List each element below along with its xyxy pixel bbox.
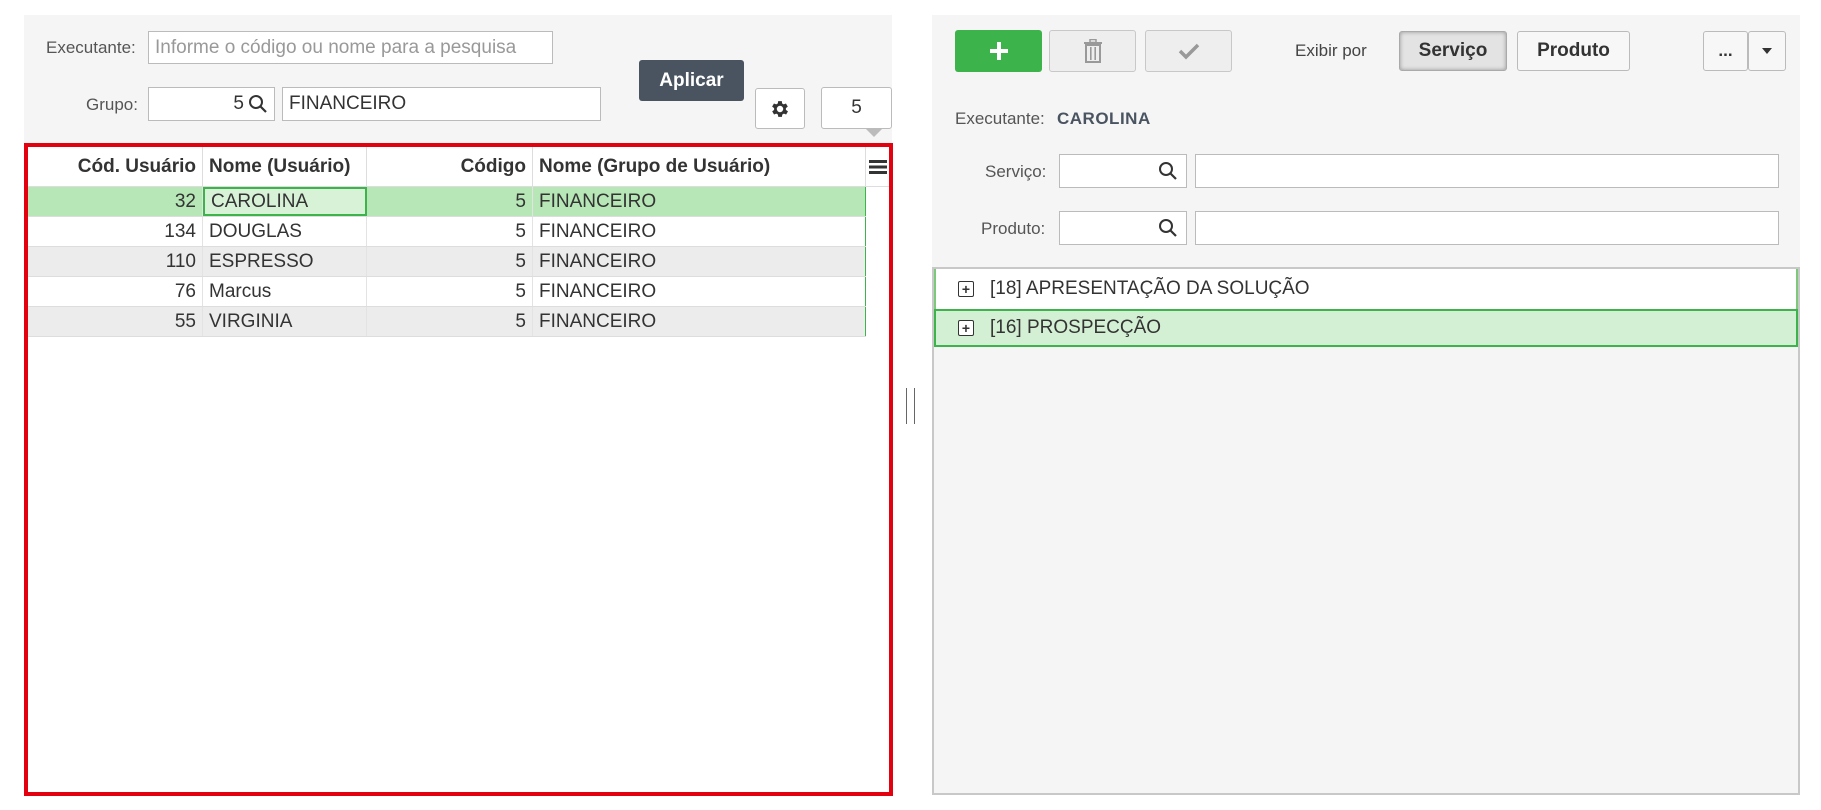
cell-cod-usuario: 110 bbox=[28, 247, 203, 276]
column-header-nome-usuario[interactable]: Nome (Usuário) bbox=[203, 147, 367, 187]
search-icon[interactable] bbox=[248, 94, 268, 114]
cell-nome-usuario: Marcus bbox=[203, 277, 367, 306]
service-tree: + [18] APRESENTAÇÃO DA SOLUÇÃO + [16] PR… bbox=[932, 267, 1800, 795]
produto-label: Produto: bbox=[981, 219, 1046, 238]
right-executante-label: Executante: bbox=[955, 109, 1045, 128]
table-row[interactable]: 76 Marcus 5 FINANCEIRO bbox=[28, 277, 866, 307]
grupo-code-input[interactable]: 5 bbox=[148, 87, 275, 121]
search-icon[interactable] bbox=[1158, 161, 1178, 181]
cell-codigo: 5 bbox=[367, 247, 533, 276]
cell-codigo: 5 bbox=[367, 217, 533, 246]
grupo-name-value: FINANCEIRO bbox=[289, 93, 407, 114]
record-count-value: 5 bbox=[851, 97, 862, 118]
more-options-button[interactable]: ... bbox=[1703, 31, 1748, 71]
executante-value: CAROLINA bbox=[1057, 109, 1151, 128]
table-row[interactable]: 55 VIRGINIA 5 FINANCEIRO bbox=[28, 307, 866, 337]
cell-nome-usuario: VIRGINIA bbox=[203, 307, 367, 336]
table-row[interactable]: 110 ESPRESSO 5 FINANCEIRO bbox=[28, 247, 866, 277]
cell-codigo: 5 bbox=[367, 277, 533, 306]
toggle-servico[interactable]: Serviço bbox=[1399, 31, 1507, 71]
table-row[interactable]: 32 CAROLINA 5 FINANCEIRO bbox=[28, 187, 866, 217]
tree-item[interactable]: + [16] PROSPECÇÃO bbox=[934, 309, 1798, 347]
cell-nome-grupo: FINANCEIRO bbox=[533, 307, 866, 336]
servico-name-input[interactable] bbox=[1195, 154, 1779, 188]
add-button[interactable] bbox=[955, 30, 1042, 72]
servico-code-input[interactable] bbox=[1059, 154, 1187, 188]
check-icon bbox=[1178, 43, 1199, 60]
cell-codigo: 5 bbox=[367, 307, 533, 336]
cell-codigo: 5 bbox=[367, 187, 533, 216]
confirm-button[interactable] bbox=[1145, 30, 1232, 72]
exibir-por-label: Exibir por bbox=[1295, 41, 1367, 60]
settings-button[interactable] bbox=[755, 88, 805, 129]
cell-cod-usuario: 32 bbox=[28, 187, 203, 216]
executante-label: Executante: bbox=[46, 38, 136, 57]
executante-placeholder: Informe o código ou nome para a pesquisa bbox=[155, 36, 517, 58]
grupo-label: Grupo: bbox=[86, 95, 138, 114]
more-dropdown-button[interactable] bbox=[1748, 31, 1786, 71]
menu-icon bbox=[868, 159, 887, 174]
apply-button[interactable]: Aplicar bbox=[639, 60, 744, 101]
grupo-code-value: 5 bbox=[233, 93, 244, 114]
tree-item[interactable]: + [18] APRESENTAÇÃO DA SOLUÇÃO bbox=[934, 269, 1798, 309]
grupo-name-input[interactable]: FINANCEIRO bbox=[282, 87, 601, 121]
column-header-codigo[interactable]: Código bbox=[367, 147, 533, 187]
column-menu-button[interactable] bbox=[866, 147, 889, 187]
cell-nome-usuario[interactable]: CAROLINA bbox=[203, 187, 367, 216]
cell-cod-usuario: 76 bbox=[28, 277, 203, 306]
toggle-produto[interactable]: Produto bbox=[1517, 31, 1630, 71]
trash-icon bbox=[1083, 39, 1102, 63]
expand-icon[interactable]: + bbox=[958, 281, 974, 297]
cell-nome-grupo: FINANCEIRO bbox=[533, 277, 866, 306]
delete-button[interactable] bbox=[1049, 30, 1136, 72]
tree-item-label: [18] APRESENTAÇÃO DA SOLUÇÃO bbox=[990, 278, 1310, 299]
count-badge-pointer bbox=[866, 129, 882, 137]
produto-code-input[interactable] bbox=[1059, 211, 1187, 245]
expand-icon[interactable]: + bbox=[958, 320, 974, 336]
record-count-badge: 5 bbox=[821, 87, 892, 129]
tree-item-label: [16] PROSPECÇÃO bbox=[990, 317, 1162, 338]
gear-icon bbox=[772, 100, 788, 117]
panel-splitter-handle[interactable] bbox=[901, 388, 921, 424]
cell-nome-usuario: DOUGLAS bbox=[203, 217, 367, 246]
cell-cod-usuario: 55 bbox=[28, 307, 203, 336]
column-header-cod-usuario[interactable]: Cód. Usuário bbox=[28, 147, 203, 187]
users-grid: Cód. Usuário Nome (Usuário) Código Nome … bbox=[24, 143, 893, 796]
servico-label: Serviço: bbox=[985, 162, 1047, 181]
cell-nome-grupo: FINANCEIRO bbox=[533, 247, 866, 276]
plus-icon bbox=[989, 42, 1008, 60]
column-header-nome-grupo[interactable]: Nome (Grupo de Usuário) bbox=[533, 147, 866, 187]
produto-name-input[interactable] bbox=[1195, 211, 1779, 245]
cell-nome-usuario: ESPRESSO bbox=[203, 247, 367, 276]
search-icon[interactable] bbox=[1158, 218, 1178, 238]
executante-search-input[interactable]: Informe o código ou nome para a pesquisa bbox=[148, 31, 553, 64]
cell-cod-usuario: 134 bbox=[28, 217, 203, 246]
table-row[interactable]: 134 DOUGLAS 5 FINANCEIRO bbox=[28, 217, 866, 247]
caret-down-icon bbox=[1762, 48, 1772, 54]
cell-nome-grupo: FINANCEIRO bbox=[533, 217, 866, 246]
cell-nome-grupo: FINANCEIRO bbox=[533, 187, 866, 216]
